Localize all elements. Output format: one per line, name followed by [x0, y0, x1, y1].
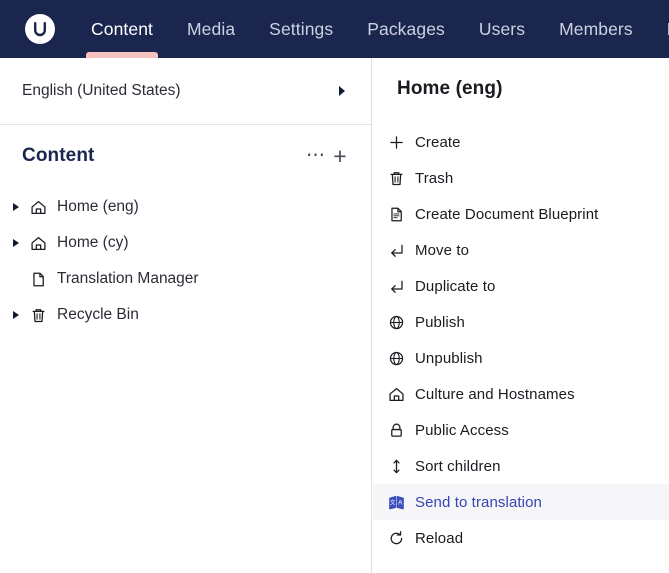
context-menu-header: Home (eng)	[373, 58, 669, 120]
nav-item-label: Users	[478, 18, 526, 39]
nav-item-packages[interactable]: Packages	[350, 0, 462, 58]
tree-item-home-cy[interactable]: Home (cy)	[0, 225, 371, 261]
context-menu-panel: Home (eng) Create Trash Create Document …	[373, 58, 669, 573]
menu-item-label: Duplicate to	[415, 277, 496, 295]
expand-triangle-icon[interactable]	[6, 311, 26, 319]
top-navigation-bar: Content Media Settings Packages Users Me…	[0, 0, 669, 58]
trash-icon	[26, 307, 50, 324]
left-tree-panel: English (United States) Content ⋯ + Home…	[0, 58, 372, 573]
nav-item-media[interactable]: Media	[170, 0, 252, 58]
sort-arrows-icon	[383, 458, 409, 475]
menu-item-label: Unpublish	[415, 349, 483, 367]
lock-icon	[383, 422, 409, 439]
expand-triangle-icon[interactable]	[6, 239, 26, 247]
home-icon	[383, 386, 409, 403]
menu-item-create-document-blueprint[interactable]: Create Document Blueprint	[373, 196, 669, 232]
menu-item-move-to[interactable]: Move to	[373, 232, 669, 268]
tree-item-home-eng[interactable]: Home (eng)	[0, 189, 371, 225]
language-selector-label: English (United States)	[22, 82, 181, 99]
menu-item-duplicate-to[interactable]: Duplicate to	[373, 268, 669, 304]
content-section-header: Content ⋯ +	[0, 125, 371, 187]
menu-item-label: Public Access	[415, 421, 509, 439]
menu-item-label: Send to translation	[415, 493, 542, 511]
document-icon	[26, 271, 50, 288]
nav-item-settings[interactable]: Settings	[252, 0, 350, 58]
page-title: Content	[22, 145, 95, 166]
content-tree: Home (eng) Home (cy) Translation Manager	[0, 187, 371, 333]
tree-item-recycle-bin[interactable]: Recycle Bin	[0, 297, 371, 333]
tree-item-label: Translation Manager	[57, 270, 199, 287]
ellipsis-icon[interactable]: ⋯	[304, 146, 328, 165]
nav-item-list: Content Media Settings Packages Users Me…	[74, 0, 669, 58]
enter-arrow-icon	[383, 278, 409, 295]
translate-icon: 文 A	[383, 494, 409, 511]
menu-item-send-to-translation[interactable]: 文 A Send to translation	[373, 484, 669, 520]
nav-item-dictionary[interactable]: Dictionary	[650, 0, 669, 58]
menu-item-label: Publish	[415, 313, 465, 331]
globe-icon	[383, 314, 409, 331]
menu-item-label: Culture and Hostnames	[415, 385, 575, 403]
menu-item-sort-children[interactable]: Sort children	[373, 448, 669, 484]
menu-item-label: Create Document Blueprint	[415, 205, 599, 223]
document-blueprint-icon	[383, 206, 409, 223]
svg-text:A: A	[398, 499, 403, 506]
menu-item-label: Reload	[415, 529, 464, 547]
menu-item-trash[interactable]: Trash	[373, 160, 669, 196]
tree-item-label: Home (eng)	[57, 198, 139, 215]
menu-item-create[interactable]: Create	[373, 124, 669, 160]
trash-icon	[383, 170, 409, 187]
nav-item-label: Packages	[367, 18, 445, 39]
tree-item-label: Home (cy)	[57, 234, 129, 251]
plus-icon[interactable]: +	[328, 145, 352, 168]
menu-item-label: Create	[415, 133, 461, 151]
tree-item-translation-manager[interactable]: Translation Manager	[0, 261, 371, 297]
nav-item-users[interactable]: Users	[462, 0, 542, 58]
menu-item-culture-and-hostnames[interactable]: Culture and Hostnames	[373, 376, 669, 412]
nav-item-label: Settings	[269, 18, 334, 39]
tree-item-label: Recycle Bin	[57, 306, 139, 323]
menu-item-label: Sort children	[415, 457, 501, 475]
plus-icon	[383, 134, 409, 151]
home-icon	[26, 199, 50, 216]
menu-item-reload[interactable]: Reload	[373, 520, 669, 556]
context-menu-title: Home (eng)	[397, 78, 503, 99]
chevron-right-icon	[339, 86, 345, 96]
nav-item-label: Content	[91, 18, 153, 39]
menu-item-public-access[interactable]: Public Access	[373, 412, 669, 448]
refresh-icon	[383, 530, 409, 547]
enter-arrow-icon	[383, 242, 409, 259]
language-selector[interactable]: English (United States)	[0, 58, 371, 125]
umbraco-logo-icon[interactable]	[25, 14, 55, 44]
home-icon	[26, 235, 50, 252]
nav-item-label: Media	[187, 18, 236, 39]
context-menu-list: Create Trash Create Document Blueprint M…	[373, 120, 669, 556]
nav-item-content[interactable]: Content	[74, 0, 170, 58]
expand-triangle-icon[interactable]	[6, 203, 26, 211]
menu-item-label: Trash	[415, 169, 454, 187]
svg-text:文: 文	[389, 498, 395, 506]
nav-item-label: Members	[559, 18, 633, 39]
menu-item-unpublish[interactable]: Unpublish	[373, 340, 669, 376]
menu-item-label: Move to	[415, 241, 470, 259]
menu-item-publish[interactable]: Publish	[373, 304, 669, 340]
nav-item-members[interactable]: Members	[542, 0, 650, 58]
globe-icon	[383, 350, 409, 367]
